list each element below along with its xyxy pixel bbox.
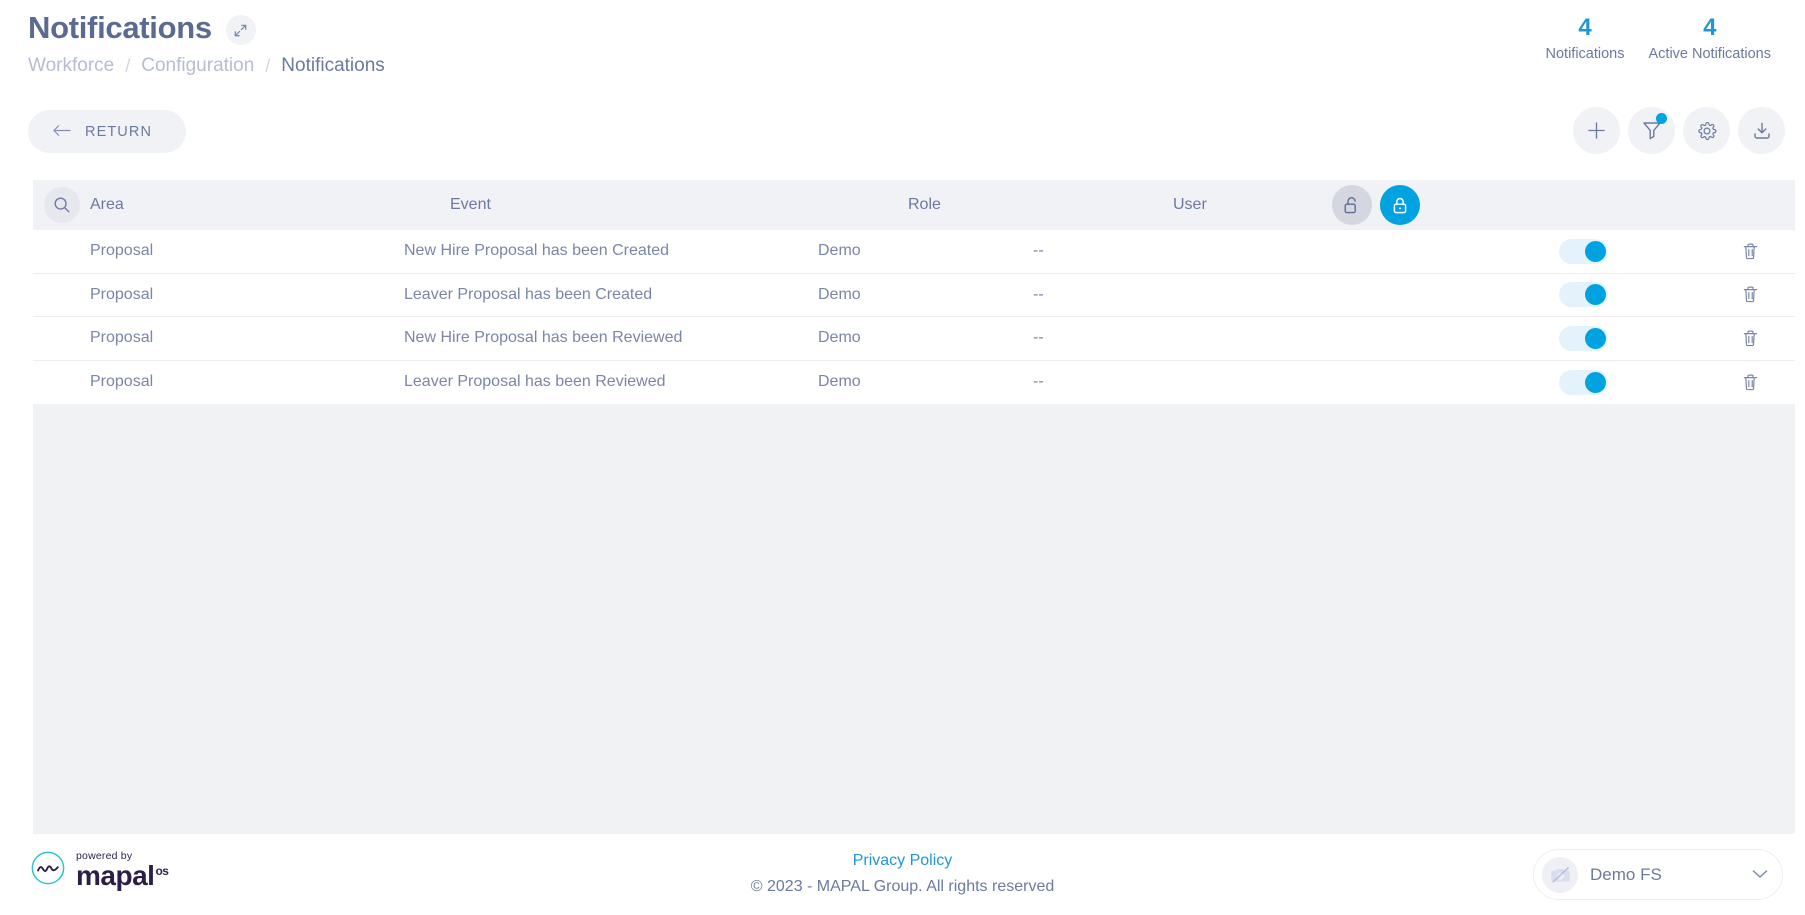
unlock-icon[interactable] bbox=[1332, 185, 1372, 225]
breadcrumb-item-configuration[interactable]: Configuration bbox=[141, 55, 254, 77]
cell-event: Leaver Proposal has been Created bbox=[404, 285, 653, 303]
table-row[interactable]: Proposal Leaver Proposal has been Create… bbox=[33, 273, 1795, 317]
stat-active-notifications-value: 4 bbox=[1703, 14, 1717, 41]
cell-role: Demo bbox=[818, 373, 861, 391]
stat-notifications-value: 4 bbox=[1578, 14, 1592, 41]
arrow-left-icon bbox=[52, 124, 71, 140]
cell-role: Demo bbox=[818, 329, 861, 347]
toggle-knob bbox=[1585, 327, 1606, 349]
table-row[interactable]: Proposal New Hire Proposal has been Revi… bbox=[33, 317, 1795, 361]
privacy-policy-link[interactable]: Privacy Policy bbox=[751, 848, 1054, 874]
return-button-label: RETURN bbox=[85, 123, 153, 140]
table-header-row: Area Event Role User bbox=[33, 180, 1795, 230]
trash-icon[interactable] bbox=[1737, 325, 1763, 351]
column-header-area[interactable]: Area bbox=[90, 196, 124, 214]
filter-button[interactable] bbox=[1628, 107, 1675, 154]
table-body: Proposal New Hire Proposal has been Crea… bbox=[33, 230, 1795, 404]
brand-text: powered by mapal os bbox=[76, 851, 169, 892]
expand-arrows-icon[interactable] bbox=[225, 15, 256, 45]
page-footer: powered by mapal os Privacy Policy © 2023… bbox=[0, 834, 1805, 915]
page-header: Notifications Workforce / Configuration … bbox=[0, 0, 1805, 160]
lock-toggle-group bbox=[1332, 185, 1420, 225]
site-selector[interactable]: Demo FS bbox=[1533, 849, 1783, 900]
table-row[interactable]: Proposal Leaver Proposal has been Review… bbox=[33, 360, 1795, 404]
notifications-table: Area Event Role User Proposal New Hire P… bbox=[33, 180, 1795, 834]
cell-event: New Hire Proposal has been Created bbox=[404, 242, 670, 260]
row-enabled-toggle[interactable] bbox=[1559, 238, 1608, 264]
column-header-user[interactable]: User bbox=[1173, 196, 1207, 214]
stats-group: 4 Notifications 4 Active Notifications bbox=[1534, 12, 1783, 64]
brand-logo: powered by mapal os bbox=[30, 850, 169, 892]
stat-notifications: 4 Notifications bbox=[1534, 12, 1637, 64]
trash-icon[interactable] bbox=[1737, 282, 1763, 308]
row-enabled-toggle[interactable] bbox=[1559, 282, 1608, 308]
cell-area: Proposal bbox=[90, 373, 154, 391]
table-row[interactable]: Proposal New Hire Proposal has been Crea… bbox=[33, 230, 1795, 274]
breadcrumb-item-notifications: Notifications bbox=[281, 55, 385, 76]
breadcrumb-separator: / bbox=[265, 55, 271, 76]
settings-button[interactable] bbox=[1683, 107, 1730, 154]
brand-wordmark: mapal os bbox=[76, 860, 169, 892]
toggle-knob bbox=[1585, 240, 1606, 262]
brand-name: mapal bbox=[76, 860, 155, 892]
breadcrumb-separator: / bbox=[125, 55, 131, 76]
toggle-knob bbox=[1585, 371, 1606, 393]
brand-suffix: os bbox=[155, 864, 169, 879]
cell-user: -- bbox=[1033, 285, 1044, 303]
stat-active-notifications: 4 Active Notifications bbox=[1637, 12, 1784, 64]
cell-user: -- bbox=[1033, 242, 1044, 260]
row-enabled-toggle[interactable] bbox=[1559, 325, 1608, 351]
cell-user: -- bbox=[1033, 373, 1044, 391]
return-button[interactable]: RETURN bbox=[28, 110, 186, 153]
site-selector-label: Demo FS bbox=[1590, 864, 1662, 884]
cell-role: Demo bbox=[818, 242, 861, 260]
add-button[interactable] bbox=[1573, 107, 1620, 154]
footer-center: Privacy Policy © 2023 - MAPAL Group. All… bbox=[751, 848, 1054, 900]
toolbar bbox=[1573, 107, 1785, 154]
download-button[interactable] bbox=[1738, 107, 1785, 154]
mapal-logo-icon bbox=[30, 850, 66, 891]
page-title: Notifications bbox=[28, 10, 212, 45]
title-row: Notifications bbox=[28, 10, 256, 46]
breadcrumb-item-workforce[interactable]: Workforce bbox=[28, 55, 114, 77]
cell-role: Demo bbox=[818, 285, 861, 303]
row-enabled-toggle[interactable] bbox=[1559, 369, 1608, 395]
breadcrumb: Workforce / Configuration / Notification… bbox=[28, 55, 385, 77]
search-icon[interactable] bbox=[44, 187, 80, 223]
cell-area: Proposal bbox=[90, 285, 154, 303]
cell-event: Leaver Proposal has been Reviewed bbox=[404, 373, 666, 391]
copyright-text: © 2023 - MAPAL Group. All rights reserve… bbox=[750, 878, 1055, 895]
stat-notifications-label: Notifications bbox=[1545, 46, 1625, 62]
no-image-icon bbox=[1542, 856, 1578, 893]
cell-event: New Hire Proposal has been Reviewed bbox=[404, 329, 683, 347]
cell-area: Proposal bbox=[90, 242, 154, 260]
cell-user: -- bbox=[1033, 329, 1044, 347]
trash-icon[interactable] bbox=[1737, 238, 1763, 264]
chevron-down-icon bbox=[1752, 866, 1768, 884]
cell-area: Proposal bbox=[90, 329, 154, 347]
stat-active-notifications-label: Active Notifications bbox=[1648, 46, 1772, 62]
filter-active-badge bbox=[1656, 113, 1667, 124]
trash-icon[interactable] bbox=[1737, 369, 1763, 395]
column-header-role[interactable]: Role bbox=[908, 196, 941, 214]
lock-icon[interactable] bbox=[1380, 185, 1420, 225]
toggle-knob bbox=[1585, 284, 1606, 306]
column-header-event[interactable]: Event bbox=[450, 196, 491, 214]
